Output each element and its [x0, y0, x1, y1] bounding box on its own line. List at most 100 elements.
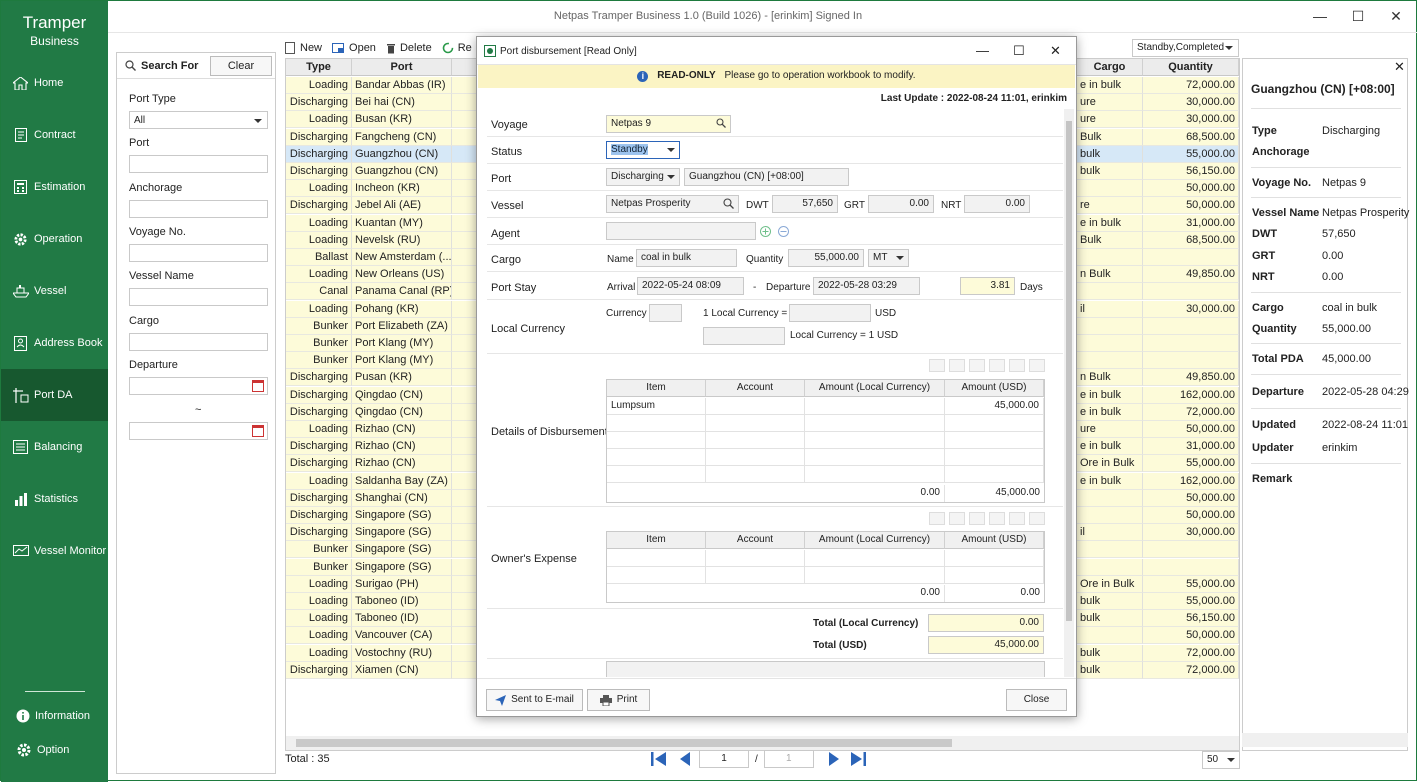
- table-cell[interactable]: [805, 449, 945, 466]
- total-lc-field[interactable]: 0.00: [928, 614, 1044, 632]
- remark-field[interactable]: [606, 661, 1045, 677]
- table-cell[interactable]: [945, 567, 1044, 584]
- search-icon[interactable]: [716, 118, 726, 128]
- dod-table-tools[interactable]: [925, 359, 1045, 372]
- departure-from-input[interactable]: [129, 377, 268, 395]
- sidebar-item-estimation[interactable]: Estimation: [1, 161, 108, 213]
- sidebar-item-address-book[interactable]: Address Book: [1, 317, 108, 369]
- page-size-select[interactable]: 50: [1202, 751, 1240, 769]
- vessel-field[interactable]: Netpas Prosperity: [606, 195, 739, 213]
- table-cell[interactable]: Lumpsum: [607, 398, 706, 415]
- table-cell[interactable]: [945, 415, 1044, 432]
- table-cell[interactable]: 45,000.00: [945, 398, 1044, 415]
- close-window-button[interactable]: ✕: [1381, 7, 1411, 27]
- departure-to-input[interactable]: [129, 422, 268, 440]
- page-input[interactable]: 1: [699, 750, 749, 768]
- table-cell[interactable]: [607, 466, 706, 483]
- agent-field[interactable]: [606, 222, 756, 240]
- sidebar-item-vessel[interactable]: Vessel: [1, 265, 108, 317]
- oe-col-account[interactable]: Account: [706, 532, 805, 549]
- remove-agent-icon[interactable]: [778, 226, 789, 237]
- table-cell[interactable]: [945, 550, 1044, 567]
- cargo-input[interactable]: [129, 333, 268, 351]
- oe-table-tools[interactable]: [925, 512, 1045, 525]
- col-header-quantity[interactable]: Quantity: [1143, 59, 1239, 76]
- cargo-name-field[interactable]: coal in bulk: [636, 249, 737, 267]
- calendar-icon[interactable]: [252, 380, 264, 392]
- quantity-field[interactable]: 55,000.00: [788, 249, 864, 267]
- table-cell[interactable]: [805, 567, 945, 584]
- first-page-icon[interactable]: [651, 752, 667, 766]
- dod-col-item[interactable]: Item: [607, 380, 706, 397]
- table-cell[interactable]: [805, 432, 945, 449]
- sidebar-item-contract[interactable]: Contract: [1, 109, 108, 161]
- delete-button[interactable]: Delete: [386, 42, 432, 54]
- table-cell[interactable]: [945, 466, 1044, 483]
- dod-col-account[interactable]: Account: [706, 380, 805, 397]
- table-cell[interactable]: [706, 466, 805, 483]
- dialog-vertical-scrollbar[interactable]: [1064, 109, 1074, 677]
- table-cell[interactable]: [607, 432, 706, 449]
- maximize-button[interactable]: ☐: [1343, 7, 1373, 27]
- table-cell[interactable]: [945, 449, 1044, 466]
- total-usd-field[interactable]: 45,000.00: [928, 636, 1044, 654]
- departure-field[interactable]: 2022-05-28 03:29: [813, 277, 920, 295]
- table-cell[interactable]: [607, 415, 706, 432]
- table-cell[interactable]: [805, 550, 945, 567]
- table-cell[interactable]: [706, 398, 805, 415]
- close-detail-icon[interactable]: ✕: [1394, 59, 1405, 75]
- minimize-button[interactable]: —: [1305, 7, 1335, 27]
- table-cell[interactable]: [607, 550, 706, 567]
- port-type-select[interactable]: Discharging: [606, 168, 680, 186]
- detail-horizontal-scrollbar[interactable]: [1242, 733, 1408, 747]
- dwt-field[interactable]: 57,650: [772, 195, 838, 213]
- oe-col-amount-lc[interactable]: Amount (Local Currency): [805, 532, 945, 549]
- last-page-icon[interactable]: [850, 752, 866, 766]
- nrt-field[interactable]: 0.00: [964, 195, 1030, 213]
- new-button[interactable]: New: [285, 41, 322, 54]
- rate-local-field[interactable]: [703, 327, 785, 345]
- print-button[interactable]: Print: [587, 689, 650, 711]
- sidebar-item-home[interactable]: Home: [1, 57, 108, 109]
- search-icon[interactable]: [723, 198, 734, 209]
- information-button[interactable]: Information: [1, 709, 108, 723]
- vessel-input[interactable]: [129, 288, 268, 306]
- add-agent-icon[interactable]: [760, 226, 771, 237]
- send-email-button[interactable]: Sent to E-mail: [486, 689, 583, 711]
- table-cell[interactable]: [805, 415, 945, 432]
- table-cell[interactable]: [945, 432, 1044, 449]
- col-header-type[interactable]: Type: [286, 59, 352, 76]
- port-field[interactable]: Guangzhou (CN) [+08:00]: [684, 168, 849, 186]
- status-select[interactable]: Standby: [606, 141, 680, 159]
- anchorage-input[interactable]: [129, 200, 268, 218]
- option-button[interactable]: Option: [1, 742, 108, 758]
- table-cell[interactable]: [706, 415, 805, 432]
- voyage-input[interactable]: [129, 244, 268, 262]
- sidebar-item-statistics[interactable]: Statistics: [1, 473, 108, 525]
- table-cell[interactable]: [706, 432, 805, 449]
- port-type-select[interactable]: All: [129, 111, 268, 129]
- days-field[interactable]: 3.81: [960, 277, 1015, 295]
- table-cell[interactable]: [805, 398, 945, 415]
- dialog-close-button[interactable]: ✕: [1050, 43, 1061, 59]
- oe-col-amount-usd[interactable]: Amount (USD): [945, 532, 1044, 549]
- sidebar-item-operation[interactable]: Operation: [1, 213, 108, 265]
- calendar-icon[interactable]: [252, 425, 264, 437]
- sidebar-item-balancing[interactable]: Balancing: [1, 421, 108, 473]
- table-cell[interactable]: [706, 567, 805, 584]
- refresh-button[interactable]: Re: [442, 42, 472, 54]
- status-filter-select[interactable]: Standby,Completed: [1132, 39, 1239, 57]
- table-cell[interactable]: [607, 449, 706, 466]
- unit-select[interactable]: MT: [868, 249, 909, 267]
- table-cell[interactable]: [706, 449, 805, 466]
- voyage-field[interactable]: Netpas 9: [606, 115, 731, 133]
- dialog-maximize-button[interactable]: ☐: [1013, 43, 1025, 59]
- close-button[interactable]: Close: [1006, 689, 1067, 711]
- dod-col-amount-usd[interactable]: Amount (USD): [945, 380, 1044, 397]
- sidebar-item-vessel-monitor[interactable]: Vessel Monitor: [1, 525, 108, 577]
- clear-button[interactable]: Clear: [210, 56, 272, 76]
- table-cell[interactable]: [706, 550, 805, 567]
- rate-usd-field[interactable]: [789, 304, 871, 322]
- dod-col-amount-lc[interactable]: Amount (Local Currency): [805, 380, 945, 397]
- arrival-field[interactable]: 2022-05-24 08:09: [637, 277, 744, 295]
